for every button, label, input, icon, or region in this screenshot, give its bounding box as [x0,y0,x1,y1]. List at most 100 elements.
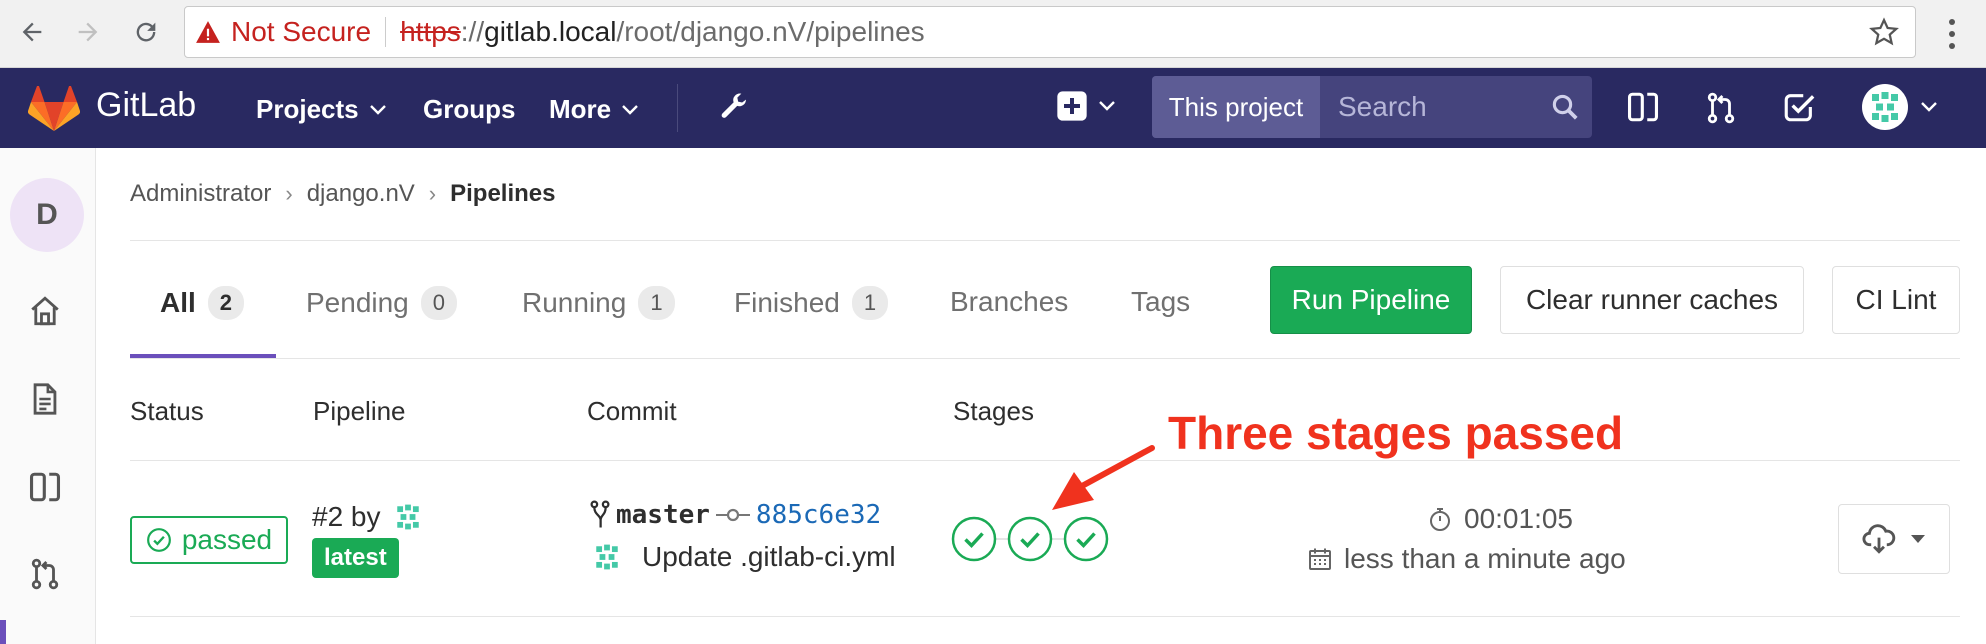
tab-finished-count: 1 [851,286,889,320]
commit-message-row: Update .gitlab-ci.yml [588,538,896,576]
user-avatar[interactable] [588,538,626,576]
plus-square-icon [1057,91,1087,121]
todos-icon[interactable] [1782,90,1816,124]
project-avatar[interactable]: D [10,178,84,252]
stage-passed-icon[interactable] [1063,516,1109,562]
tab-pending-label: Pending [306,287,409,318]
gitlab-logo-icon[interactable] [28,86,80,132]
tab-branches[interactable]: Branches [950,286,1068,318]
tab-finished[interactable]: Finished 1 [734,286,889,320]
column-header-status: Status [130,396,204,426]
run-pipeline-button[interactable]: Run Pipeline [1270,266,1472,334]
search-icon[interactable] [1550,92,1580,122]
nav-groups-label: Groups [423,94,516,124]
nav-more-label: More [549,94,612,124]
artifacts-download-button[interactable] [1838,504,1950,574]
annotation-arrow-icon [1052,445,1155,510]
user-avatar [1862,84,1908,130]
column-header-commit: Commit [587,396,677,426]
bookmark-star-icon[interactable] [1869,17,1899,47]
chevron-right-icon: › [428,181,437,206]
url-host: gitlab.local [484,16,617,47]
chevron-right-icon: › [285,181,293,206]
tab-finished-label: Finished [734,287,840,318]
pipeline-status-label: passed [181,524,273,555]
commit-sha[interactable]: 885c6e32 [756,500,881,530]
tab-running-label: Running [522,287,627,318]
warning-icon [196,21,220,43]
back-button[interactable] [12,12,52,52]
column-header-stages: Stages [953,396,1034,426]
tab-running[interactable]: Running 1 [522,286,675,320]
url-scheme-sep: :// [460,16,485,47]
caret-down-icon [1911,535,1925,543]
breadcrumb-administrator[interactable]: Administrator [130,180,271,208]
search-input[interactable] [1320,76,1540,138]
admin-wrench-icon[interactable] [718,90,750,124]
browser-toolbar: Not Secure https://gitlab.local/root/dja… [0,0,1986,68]
nav-groups[interactable]: Groups [423,94,515,125]
home-icon[interactable] [28,294,62,328]
pipeline-finished-time: less than a minute ago [1308,543,1626,575]
latest-badge: latest [312,538,399,578]
pipeline-duration: 00:01:05 [1428,503,1573,535]
pipeline-id-label: #2 by [312,501,381,532]
search-scope-button[interactable]: This project [1152,76,1320,138]
duration-value: 00:01:05 [1464,503,1573,534]
forward-button[interactable] [68,12,108,52]
new-dropdown[interactable] [1056,90,1116,122]
active-section-indicator [0,620,6,644]
tab-all[interactable]: All 2 [160,286,245,320]
chevron-down-icon [369,104,386,115]
security-warning[interactable]: Not Secure [195,16,371,48]
tab-pending[interactable]: Pending 0 [306,286,458,320]
merge-requests-icon[interactable] [28,556,62,592]
merge-requests-icon[interactable] [1704,90,1738,126]
tab-tags[interactable]: Tags [1131,286,1190,318]
calendar-icon [1309,548,1331,570]
column-header-pipeline: Pipeline [313,396,406,426]
header-divider [677,84,678,132]
clear-runner-caches-button[interactable]: Clear runner caches [1500,266,1804,334]
breadcrumb-project[interactable]: django.nV [307,180,415,208]
issues-board-icon[interactable] [28,470,62,504]
pipeline-status-badge[interactable]: passed [130,516,288,564]
browser-menu-icon[interactable] [1942,14,1962,54]
nav-more[interactable]: More [549,94,639,125]
chevron-down-icon [1099,101,1115,111]
gitlab-header: GitLab Projects Groups More This project [0,68,1986,148]
ci-lint-button[interactable]: CI Lint [1832,266,1960,334]
commit-message[interactable]: Update .gitlab-ci.yml [642,541,896,573]
pipeline-id[interactable]: #2 by [312,498,427,536]
divider [130,358,1960,359]
breadcrumb: Administrator › django.nV › Pipelines [130,180,556,208]
annotation-text: Three stages passed [1168,407,1624,459]
breadcrumb-current[interactable]: Pipelines [450,180,555,208]
nav-projects[interactable]: Projects [256,94,387,125]
divider [130,616,1960,617]
branch-name[interactable]: master [616,500,710,530]
gitlab-brand[interactable]: GitLab [96,86,196,125]
finished-value: less than a minute ago [1344,543,1626,574]
url-path: /root/django.nV/pipelines [616,16,925,47]
timer-icon [1430,508,1450,531]
reload-button[interactable] [126,12,166,52]
user-menu[interactable] [1862,84,1938,130]
issues-board-icon[interactable] [1626,90,1660,124]
url-divider [385,17,387,47]
tab-all-label: All [160,287,196,318]
stage-passed-icon[interactable] [951,516,997,562]
check-circle-icon [146,528,171,552]
user-avatar[interactable] [388,498,427,536]
branch-fork-icon [590,500,610,528]
repository-file-icon[interactable] [28,382,62,416]
search-box: This project [1152,76,1592,138]
tab-running-count: 1 [638,286,675,320]
cloud-download-icon [1862,524,1896,554]
stage-passed-icon[interactable] [1007,516,1053,562]
reload-icon [136,22,156,42]
address-bar[interactable]: Not Secure https://gitlab.local/root/dja… [184,6,1916,58]
project-sidebar: D [0,148,96,644]
divider [130,240,1960,241]
back-arrow-icon [22,22,42,42]
